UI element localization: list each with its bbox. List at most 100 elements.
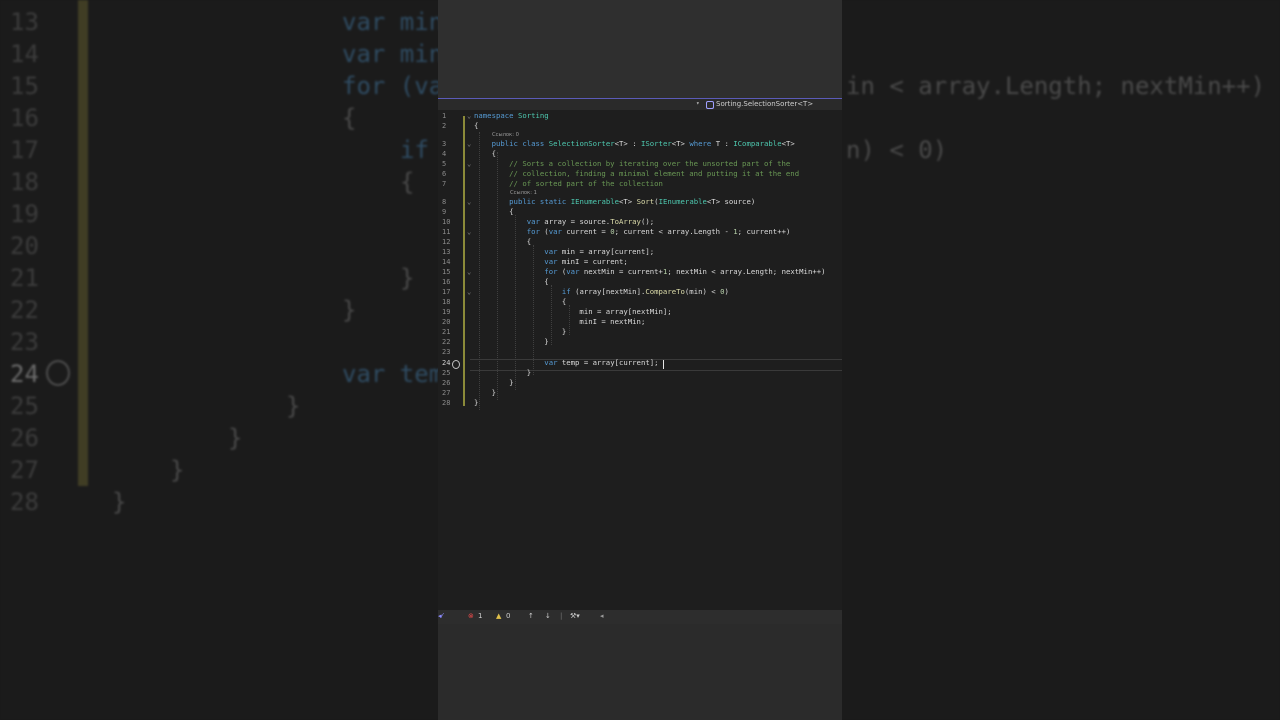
change-marker [463,116,465,406]
line-number: 21 [442,328,451,336]
panel-top-area [438,0,842,98]
bg-line-number: 19 [10,200,39,228]
bg-code: } [400,264,415,292]
fold-toggle-icon[interactable]: ⌄ [467,228,471,236]
bg-code: { [400,168,415,196]
code-line[interactable]: { [474,121,478,131]
fold-toggle-icon[interactable]: ⌄ [467,112,471,120]
code-comment[interactable]: // of sorted part of the collection [474,179,663,189]
separator: | [560,612,563,620]
bg-line-number: 20 [10,232,39,260]
line-number: 17 [442,288,451,296]
code-line[interactable]: { [474,297,566,307]
bg-line-number: 24 [10,360,39,388]
code-line[interactable]: { [474,207,513,217]
code-line[interactable]: var array = source.ToArray(); [474,217,654,227]
bg-code: } [112,488,127,516]
dropdown-arrow-icon[interactable]: ▾ [696,100,700,107]
code-line[interactable]: if (array[nextMin].CompareTo(min) < 0) [474,287,729,297]
line-number: 3 [442,140,447,148]
line-number: 12 [442,238,451,246]
bg-code: } [342,296,357,324]
code-line[interactable]: var minI = current; [474,257,627,267]
code-editor[interactable]: 1 2 3 4 5 6 7 8 9 10 11 12 13 14 15 16 1… [438,110,842,610]
line-number: 4 [442,150,447,158]
code-line[interactable]: minI = nextMin; [474,317,645,327]
bg-code: var min [342,8,444,36]
line-number: 22 [442,338,451,346]
code-line[interactable]: namespace Sorting [474,111,549,121]
bg-code-right: in < array.Length; nextMin++) [846,72,1266,100]
bg-code: { [342,104,357,132]
lightbulb-icon[interactable] [452,360,460,369]
code-line[interactable]: var min = array[current]; [474,247,654,257]
previous-issue-button[interactable]: ↑ [528,612,534,620]
scroll-left-icon[interactable]: ◂ [600,612,604,620]
bg-line-number: 25 [10,392,39,420]
references-codelens[interactable]: Ссылок: 0 [492,132,519,138]
fold-toggle-icon[interactable]: ⌄ [467,198,471,206]
code-line[interactable]: { [474,237,531,247]
fold-toggle-icon[interactable]: ⌄ [467,160,471,168]
editor-panel: ▾ Sorting.SelectionSorter<T> 1 2 3 4 5 6… [438,0,842,720]
line-number: 27 [442,389,451,397]
line-number: 1 [442,112,447,120]
git-icon[interactable]: ◂⁄ [438,612,443,620]
code-line[interactable]: { [474,277,548,287]
line-number: 13 [442,248,451,256]
status-bar: ◂⁄ ⊗ 1 ▲ 0 ↑ ↓ | ⚒▾ ◂ [438,610,842,624]
code-line[interactable]: public static IEnumerable<T> Sort(IEnume… [474,197,755,207]
line-number: 7 [442,180,447,188]
nav-breadcrumb[interactable]: Sorting.SelectionSorter<T> [716,100,813,108]
bg-code: var min [342,40,444,68]
code-line[interactable]: } [474,398,478,408]
class-icon [706,101,714,109]
code-line[interactable]: } [474,368,531,378]
code-line[interactable]: } [474,337,548,347]
error-count[interactable]: 1 [478,612,482,620]
code-line[interactable]: { [474,149,496,159]
line-number: 23 [442,348,451,356]
error-icon[interactable]: ⊗ [468,612,474,620]
code-line[interactable]: min = array[nextMin]; [474,307,671,317]
line-number: 8 [442,198,447,206]
panel-bottom-area [438,624,842,720]
line-number: 15 [442,268,451,276]
line-number: 18 [442,298,451,306]
fold-toggle-icon[interactable]: ⌄ [467,288,471,296]
fold-toggle-icon[interactable]: ⌄ [467,268,471,276]
line-number: 5 [442,160,447,168]
code-line[interactable]: } [474,388,496,398]
line-number: 6 [442,170,447,178]
code-comment[interactable]: // collection, finding a minimal element… [474,169,799,179]
code-comment[interactable]: // Sorts a collection by iterating over … [474,159,790,169]
line-number: 25 [442,369,451,377]
bg-line-number: 18 [10,168,39,196]
code-line[interactable]: for (var current = 0; current < array.Le… [474,227,791,237]
bg-code-right: n) < 0) [846,136,948,164]
bg-line-number: 13 [10,8,39,36]
bg-line-number: 14 [10,40,39,68]
line-number: 28 [442,399,451,407]
line-number: 14 [442,258,451,266]
line-number: 20 [442,318,451,326]
text-cursor [663,360,664,369]
bg-code: for (va [342,72,444,100]
references-codelens[interactable]: Ссылок: 1 [510,190,537,196]
next-issue-button[interactable]: ↓ [545,612,551,620]
warning-count[interactable]: 0 [506,612,510,620]
bg-line-number: 28 [10,488,39,516]
code-line[interactable]: } [474,327,566,337]
code-line[interactable]: public class SelectionSorter<T> : ISorte… [474,139,795,149]
code-line[interactable]: } [474,378,513,388]
warning-icon[interactable]: ▲ [496,612,501,620]
line-number: 11 [442,228,451,236]
line-number: 16 [442,278,451,286]
fold-toggle-icon[interactable]: ⌄ [467,140,471,148]
bg-line-number: 16 [10,104,39,132]
code-line[interactable]: var temp = array[current]; [474,358,658,368]
bg-line-number: 23 [10,328,39,356]
line-number: 9 [442,208,447,216]
code-line[interactable]: for (var nextMin = current+1; nextMin < … [474,267,825,277]
code-cleanup-icon[interactable]: ⚒▾ [570,612,580,620]
